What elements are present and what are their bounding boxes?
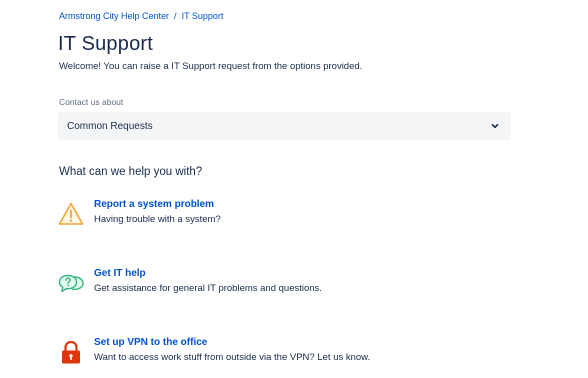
request-type-report-system-problem[interactable]: Report a system problem Having trouble w… — [58, 199, 498, 233]
request-type-setup-vpn[interactable]: Set up VPN to the office Want to access … — [58, 337, 498, 371]
request-type-description: Get assistance for general IT problems a… — [94, 283, 322, 294]
welcome-message: Welcome! You can raise a IT Support requ… — [59, 61, 363, 72]
breadcrumb-current-link[interactable]: IT Support — [182, 11, 224, 21]
chevron-down-icon — [491, 124, 499, 129]
portal-page: Armstrong City Help Center / IT Support … — [0, 0, 588, 378]
contact-us-label: Contact us about — [59, 97, 124, 107]
lock-icon — [62, 340, 80, 364]
request-type-title: Set up VPN to the office — [94, 337, 208, 348]
warning-triangle-icon — [58, 202, 84, 225]
breadcrumb-separator: / — [174, 11, 177, 21]
request-type-get-it-help[interactable]: Get IT help Get assistance for general I… — [58, 268, 498, 302]
contact-us-selected-value: Common Requests — [67, 120, 153, 132]
chat-question-icon — [58, 274, 84, 293]
request-type-title: Get IT help — [94, 268, 146, 279]
request-type-description: Having trouble with a system? — [94, 214, 221, 225]
page-title: IT Support — [58, 33, 154, 55]
breadcrumb: Armstrong City Help Center / IT Support — [59, 11, 223, 21]
request-type-description: Want to access work stuff from outside v… — [94, 352, 371, 363]
request-type-title: Report a system problem — [94, 199, 215, 210]
breadcrumb-home-link[interactable]: Armstrong City Help Center — [59, 11, 169, 21]
contact-us-select[interactable]: Common Requests — [58, 112, 511, 140]
help-section-heading: What can we help you with? — [59, 166, 203, 178]
